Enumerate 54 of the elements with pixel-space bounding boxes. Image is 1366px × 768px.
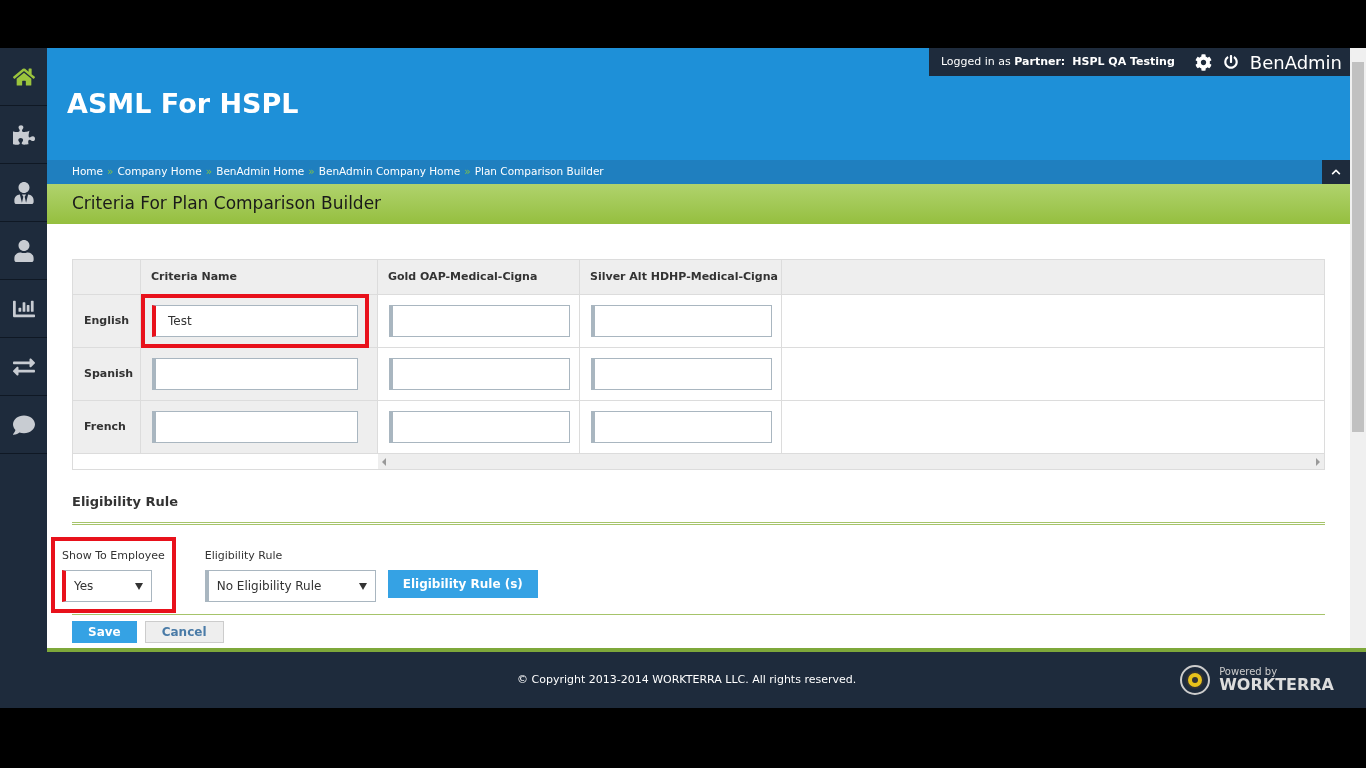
login-info: Logged in as Partner: HSPL QA Testing	[940, 53, 1175, 70]
breadcrumb-link[interactable]: Home	[72, 164, 103, 180]
language-label: Spanish	[73, 348, 141, 400]
text-field[interactable]	[389, 305, 570, 337]
home-icon	[12, 65, 35, 88]
breadcrumb-link[interactable]: Plan Comparison Builder	[474, 164, 604, 180]
arrows-icon	[12, 355, 35, 378]
breadcrumb-separator: »	[107, 164, 114, 180]
horizontal-scrollbar[interactable]	[378, 454, 1324, 469]
column-header: Criteria Name	[141, 260, 378, 294]
breadcrumb-separator: »	[308, 164, 315, 180]
page-title: Criteria For Plan Comparison Builder	[72, 192, 382, 216]
vertical-scrollbar[interactable]	[1350, 48, 1366, 648]
section-title: Eligibility Rule	[72, 493, 179, 511]
save-button[interactable]: Save	[72, 621, 137, 643]
breadcrumb-link[interactable]: BenAdmin Company Home	[318, 164, 461, 180]
text-field[interactable]	[591, 305, 772, 337]
dropdown[interactable]: No Eligibility Rule	[204, 570, 376, 602]
site-title: ASML For HSPL	[67, 86, 299, 121]
breadcrumb-separator: »	[464, 164, 471, 180]
dropdown[interactable]: Yes	[62, 570, 152, 602]
copyright-text: © Copyright 2013-2014 WORKTERRA LLC. All rights reserved.	[517, 671, 857, 688]
breadcrumb-separator: »	[205, 164, 213, 180]
text-field[interactable]	[591, 358, 772, 390]
person-icon	[12, 181, 35, 204]
collapse-button[interactable]	[1322, 160, 1350, 184]
user-icon	[12, 239, 35, 262]
app-name: BenAdmin	[1249, 50, 1342, 75]
text-field[interactable]	[152, 411, 358, 443]
brand-name: WORKTERRA	[1219, 677, 1334, 693]
power-icon[interactable]	[1223, 55, 1238, 69]
breadcrumb-link[interactable]: BenAdmin Home	[216, 164, 305, 180]
settings-icon[interactable]	[1194, 53, 1212, 71]
column-header: Silver Alt HDHP-Medical-Cigna	[580, 260, 782, 294]
field-label: Eligibility Rule	[204, 547, 284, 564]
breadcrumb-link[interactable]: Company Home	[117, 164, 202, 180]
column-header: Gold OAP-Medical-Cigna	[378, 260, 580, 294]
language-label: French	[73, 401, 141, 453]
cancel-button[interactable]: Cancel	[144, 621, 224, 643]
text-field[interactable]: Test	[152, 305, 358, 337]
powered-by-text: Powered by	[1219, 667, 1278, 677]
field-label: Show To Employee	[62, 547, 165, 564]
eligibility-rules-button[interactable]: Eligibility Rule (s)	[387, 570, 538, 598]
language-label: English	[73, 295, 141, 347]
puzzle-icon	[12, 123, 35, 146]
text-field[interactable]	[152, 358, 358, 390]
dropdown-arrow-icon	[135, 582, 143, 590]
text-field[interactable]	[389, 358, 570, 390]
chevron-up-icon	[1331, 167, 1341, 177]
target-logo-icon	[1179, 664, 1212, 696]
text-field[interactable]	[389, 411, 570, 443]
dropdown-arrow-icon	[358, 582, 367, 590]
speech-bubble-icon	[12, 413, 35, 436]
text-field[interactable]	[591, 411, 772, 443]
